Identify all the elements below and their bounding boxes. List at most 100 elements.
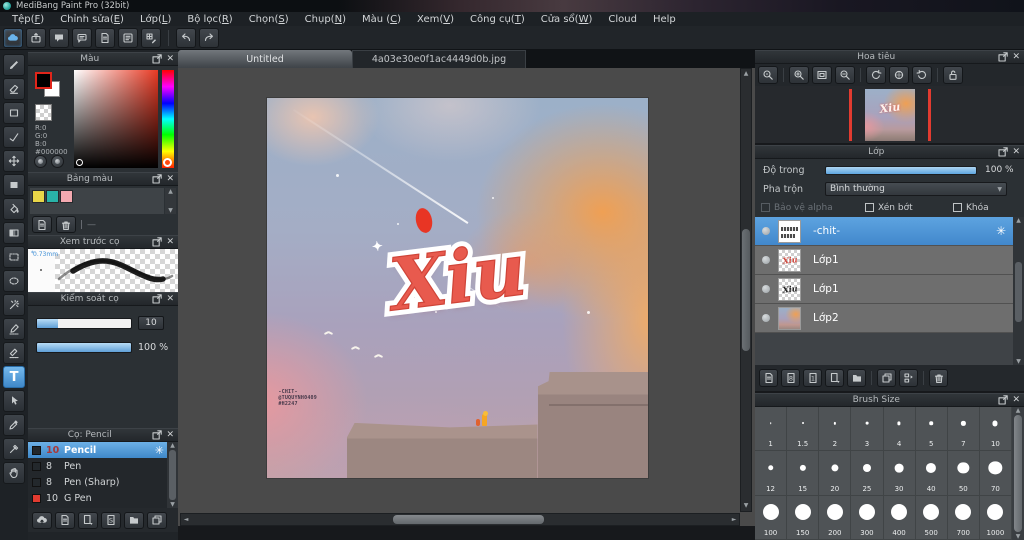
scroll-thumb[interactable] [169,450,176,500]
scroll-down-icon[interactable]: ▼ [744,501,749,511]
lock-button[interactable] [943,66,963,84]
layer-folder-button[interactable] [847,369,866,387]
select-eraser-tool[interactable] [3,342,25,364]
scroll-up-icon[interactable]: ▲ [168,188,173,195]
transparent-color-swatch[interactable] [35,104,52,121]
rotate-cw-button[interactable] [912,66,932,84]
scroll-thumb[interactable] [742,229,750,351]
magic-wand-tool[interactable] [3,294,25,316]
zoom-in-button[interactable] [789,66,809,84]
navigator-preview[interactable]: Xiu [755,86,1024,143]
duplicate-layer-button[interactable] [877,369,896,387]
fill-shape-tool[interactable] [3,174,25,196]
delete-layer-button[interactable] [929,369,948,387]
close-icon[interactable]: ✕ [166,174,174,184]
select-pen-tool[interactable] [3,318,25,340]
menu-item-10[interactable]: Cửa sổ(W) [533,14,601,25]
brush-size-3[interactable]: 3 [851,407,884,452]
canvas-horizontal-scrollbar[interactable]: ◄ ► [180,513,740,526]
close-icon[interactable]: ✕ [166,54,174,64]
menu-item-7[interactable]: Màu (C) [354,14,409,25]
brush-size-scrollbar[interactable]: ▲ ▼ [1012,407,1024,540]
scroll-up-icon[interactable]: ▲ [1016,217,1021,224]
brush-size-1000[interactable]: 1000 [979,495,1012,540]
brush-size-12[interactable]: 12 [755,451,788,496]
brush-size-4[interactable]: 4 [883,407,916,452]
layer-scrollbar[interactable]: ▲ ▼ [1013,217,1024,365]
brush-size-50[interactable]: 50 [947,451,980,496]
zoom-out-button[interactable] [835,66,855,84]
checkbox-box[interactable] [953,203,962,212]
brush-size-10[interactable]: 10 [979,407,1012,452]
brush-size-slider[interactable] [36,317,132,329]
zoom-ratio-button[interactable] [758,66,778,84]
chat-button[interactable] [72,27,92,48]
saturation-value-picker[interactable] [74,70,158,168]
brush-size-2[interactable]: 2 [819,407,852,452]
menu-item-3[interactable]: Lớp(L) [132,14,179,25]
popout-icon[interactable] [997,146,1009,158]
foreground-color-swatch[interactable] [35,72,52,89]
popout-icon[interactable] [151,293,163,305]
canvas-viewport[interactable]: Xiu Xiu ✦ -CHIT- @TUQUYNH0409 #H2247 ▲ ▼ [178,68,755,512]
material-list-button[interactable] [118,27,138,48]
snap-tool[interactable] [3,126,25,148]
canvas-vertical-scrollbar[interactable]: ▲ ▼ [740,68,752,512]
select-tool[interactable] [3,246,25,268]
brush-size-5[interactable]: 5 [915,407,948,452]
palette-delete-button[interactable] [56,216,76,233]
palette-add-button[interactable] [32,216,52,233]
grid-edit-button[interactable] [141,27,161,48]
scroll-up-icon[interactable]: ▲ [744,69,749,79]
color-wheel-toggle[interactable] [34,155,47,168]
brush-size-150[interactable]: 150 [787,495,820,540]
brush-size-30[interactable]: 30 [883,451,916,496]
scroll-right-icon[interactable]: ► [729,516,739,523]
hand-tool[interactable] [3,462,25,484]
scroll-down-icon[interactable]: ▼ [168,207,173,214]
brush-item-pencil[interactable]: 10 Pencil ✳ [28,442,178,458]
move-tool[interactable] [3,150,25,172]
brush-size-20[interactable]: 20 [819,451,852,496]
brush-size-value[interactable]: 10 [138,316,164,330]
comment-button[interactable] [49,27,69,48]
layer-visibility-toggle[interactable] [762,314,770,322]
palette-swatch-3[interactable] [60,190,73,203]
blend-mode-dropdown[interactable]: Bình thường ▼ [825,182,1007,196]
menu-item-8[interactable]: Xem(V) [409,14,462,25]
brush-size-300[interactable]: 300 [851,495,884,540]
brush-size-40[interactable]: 40 [915,451,948,496]
close-icon[interactable]: ✕ [1012,52,1020,62]
layer-visibility-toggle[interactable] [762,285,770,293]
undo-button[interactable] [176,27,196,48]
close-icon[interactable]: ✕ [166,430,174,440]
brush-script-button[interactable]: S [101,511,121,529]
checkbox-kh-a[interactable]: Khóa [953,203,989,213]
brush-size-100[interactable]: 100 [755,495,788,540]
popout-icon[interactable] [151,429,163,441]
brush-size-700[interactable]: 700 [947,495,980,540]
add-layer-menu-button[interactable] [825,369,844,387]
close-icon[interactable]: ✕ [1012,147,1020,157]
layer-row-4[interactable]: Lớp2 [755,304,1024,333]
brush-size-15[interactable]: 15 [787,451,820,496]
scroll-down-icon[interactable]: ▼ [1016,358,1021,365]
palette-swatch-2[interactable] [46,190,59,203]
scroll-up-icon[interactable]: ▲ [170,442,175,449]
gear-icon[interactable]: ✳ [996,224,1006,238]
export-button[interactable] [26,27,46,48]
new-8bit-layer-button[interactable]: 8 [781,369,800,387]
scroll-thumb[interactable] [1015,261,1022,322]
menu-item-5[interactable]: Chọn(S) [241,14,297,25]
close-icon[interactable]: ✕ [166,237,174,247]
brush-item-pen-sharp-[interactable]: 8 Pen (Sharp) [28,474,178,490]
brush-cloud-upload-button[interactable] [32,511,52,529]
menu-item-4[interactable]: Bộ lọc(R) [179,14,240,25]
tab-untitled[interactable]: Untitled [178,50,352,68]
brush-size-7[interactable]: 7 [947,407,980,452]
layer-row-1[interactable]: -chit- ✳ [755,217,1024,246]
divide-tool[interactable] [3,438,25,460]
cloud-sync-button[interactable] [3,27,23,48]
checkbox-box[interactable] [865,203,874,212]
menu-item-12[interactable]: Help [645,14,684,25]
